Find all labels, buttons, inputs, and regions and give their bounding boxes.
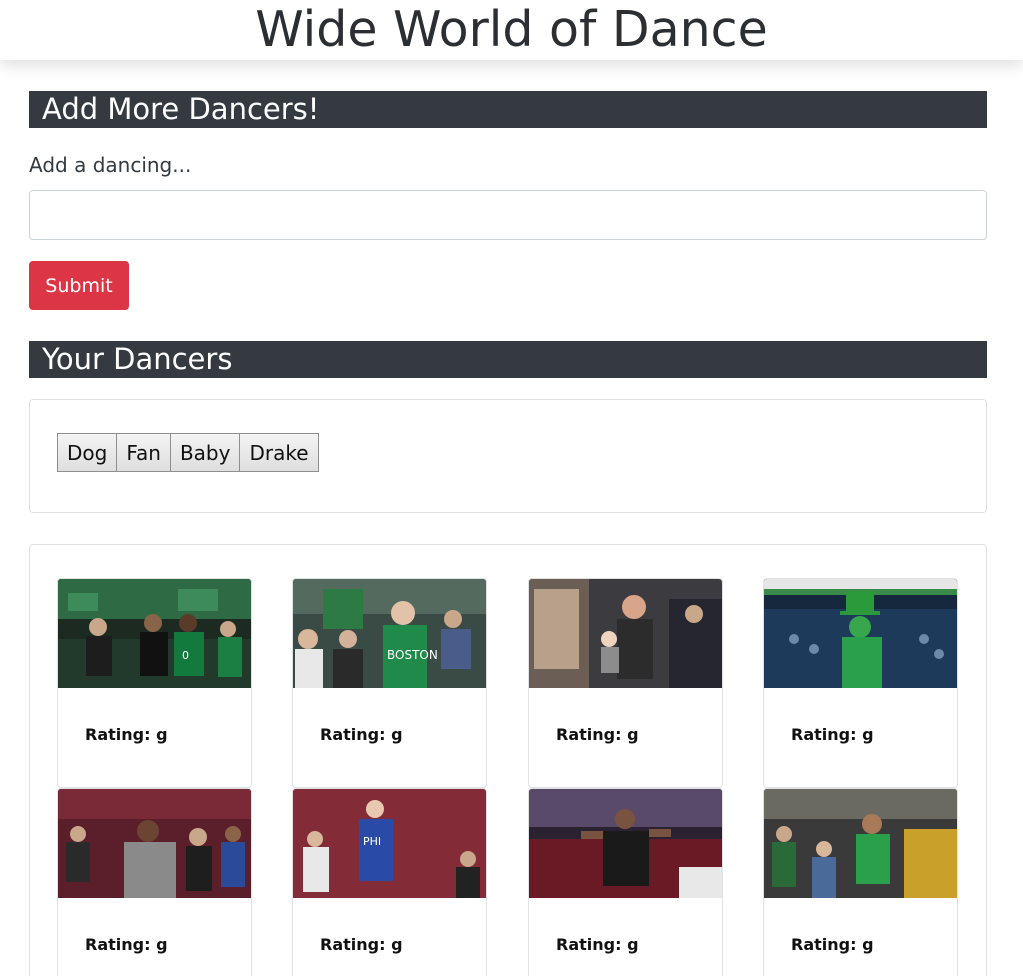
gif-rating: Rating: g (85, 725, 168, 744)
svg-text:BOSTON: BOSTON (387, 648, 438, 662)
gif-rating: Rating: g (320, 935, 403, 954)
svg-text:0: 0 (182, 649, 189, 662)
gif-card[interactable]: Rating: g (528, 788, 723, 976)
dancer-input-label: Add a dancing... (29, 153, 192, 177)
gif-rating: Rating: g (791, 725, 874, 744)
gif-rating: Rating: g (320, 725, 403, 744)
add-dancers-heading: Add More Dancers! (29, 91, 987, 128)
gif-results-panel: 0 Rating: g BOSTON Rating: g Rating: g R… (29, 544, 987, 976)
gif-card[interactable]: 0 Rating: g (57, 578, 252, 788)
gif-card[interactable]: Rating: g (763, 578, 958, 788)
svg-text:PHI: PHI (363, 835, 381, 848)
gif-card[interactable]: Rating: g (763, 788, 958, 976)
gif-rating: Rating: g (85, 935, 168, 954)
gif-card[interactable]: BOSTON Rating: g (292, 578, 487, 788)
submit-button[interactable]: Submit (29, 261, 129, 310)
gif-rating: Rating: g (556, 725, 639, 744)
page-header: Wide World of Dance (0, 0, 1023, 60)
gif-image[interactable] (529, 579, 722, 688)
dancer-input[interactable] (29, 190, 987, 240)
gif-rating: Rating: g (556, 935, 639, 954)
page-title: Wide World of Dance (255, 1, 768, 58)
your-dancers-heading: Your Dancers (29, 341, 987, 378)
gif-image[interactable] (529, 789, 722, 898)
dancer-button-dog[interactable]: Dog (57, 433, 118, 472)
gif-image[interactable]: BOSTON (293, 579, 486, 688)
gif-image[interactable] (58, 789, 251, 898)
gif-card[interactable]: PHI Rating: g (292, 788, 487, 976)
gif-image[interactable]: PHI (293, 789, 486, 898)
gif-card[interactable]: Rating: g (57, 788, 252, 976)
gif-image[interactable] (764, 789, 957, 898)
dancer-button-group: Dog Fan Baby Drake (57, 433, 319, 472)
dancer-button-drake[interactable]: Drake (239, 433, 319, 472)
gif-rating: Rating: g (791, 935, 874, 954)
dancer-button-fan[interactable]: Fan (116, 433, 171, 472)
gif-card[interactable]: Rating: g (528, 578, 723, 788)
gif-image[interactable] (764, 579, 957, 688)
gif-image[interactable]: 0 (58, 579, 251, 688)
dancer-button-baby[interactable]: Baby (169, 433, 241, 472)
dancer-buttons-panel: Dog Fan Baby Drake (29, 399, 987, 513)
